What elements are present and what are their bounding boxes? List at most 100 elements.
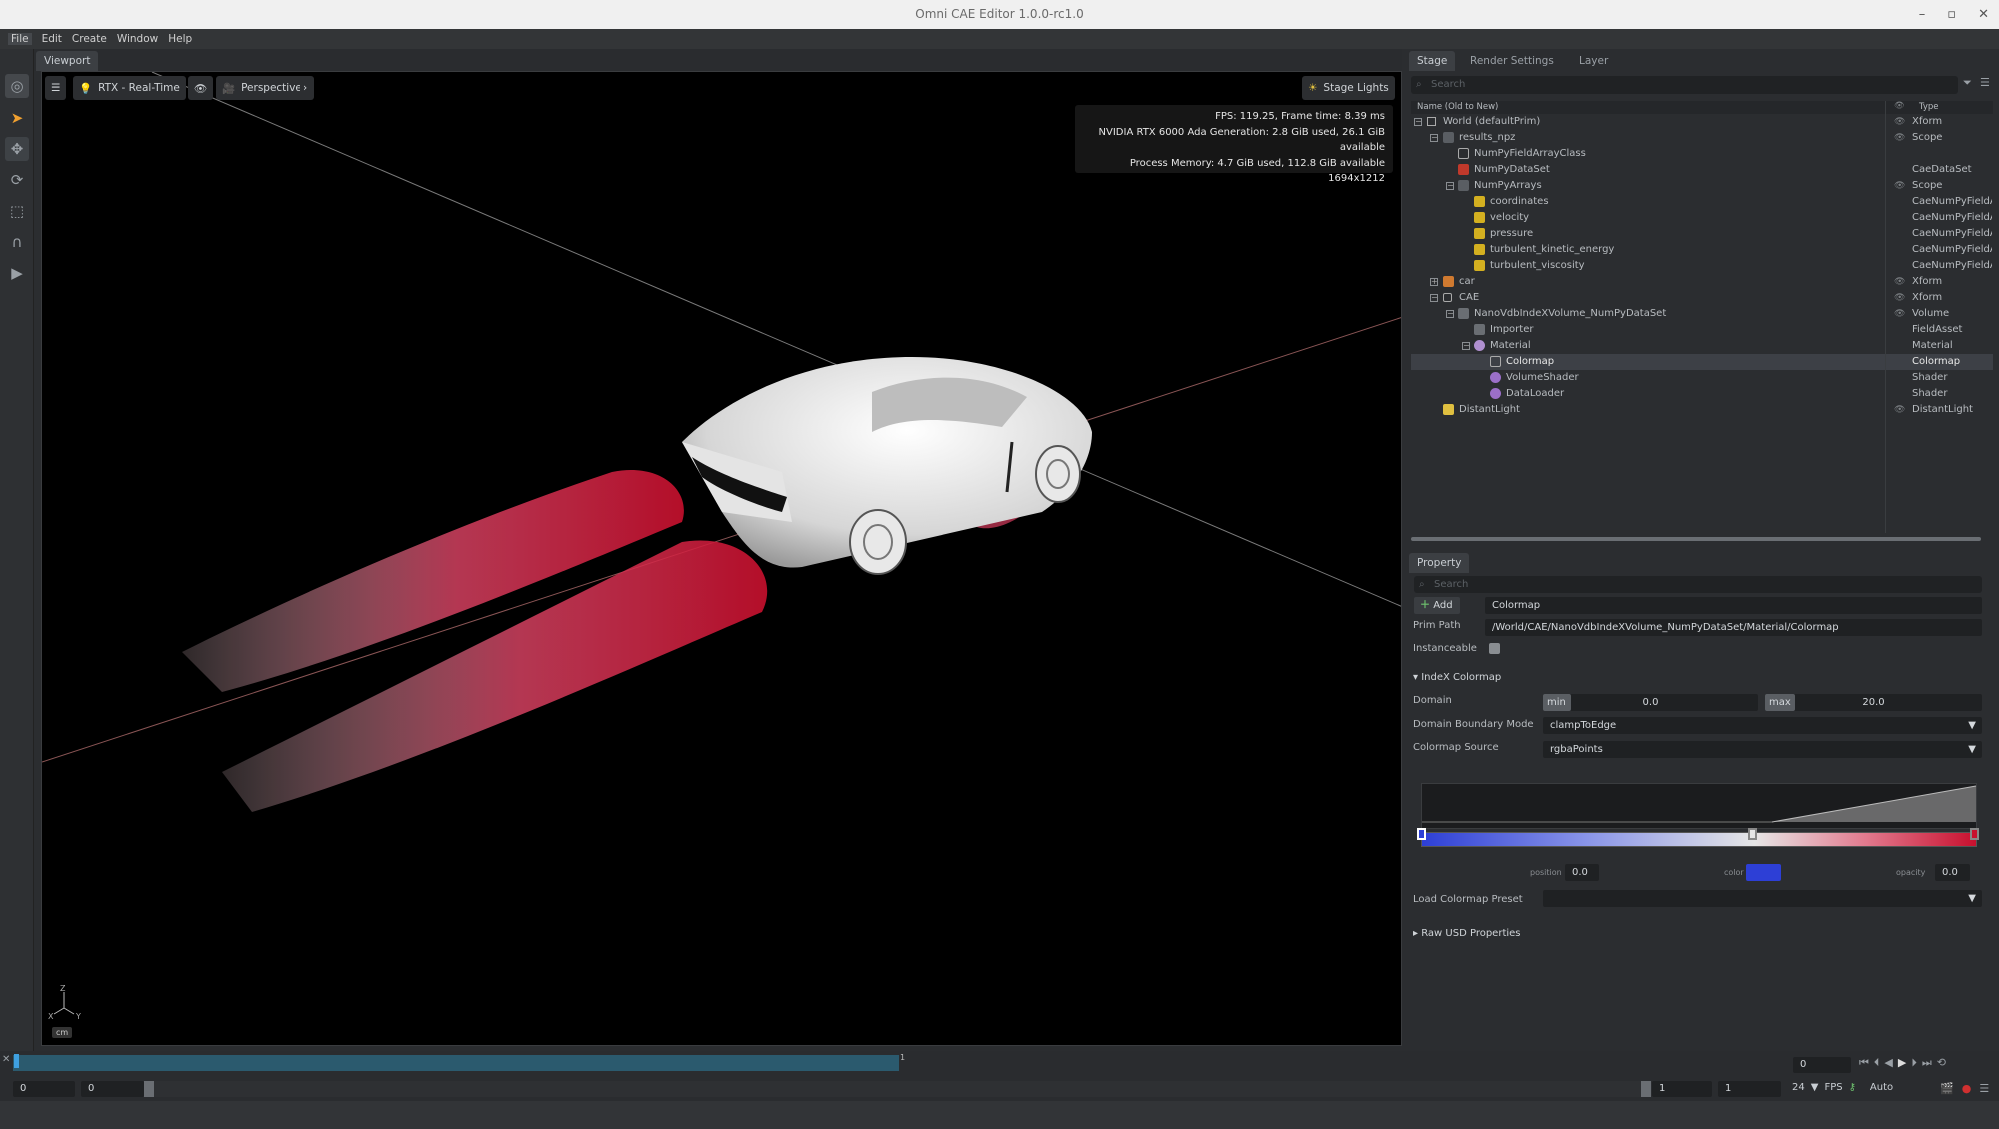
clapper-icon[interactable]: 🎬	[1940, 1082, 1954, 1095]
tree-row[interactable]: pressureCaeNumPyFieldArray	[1411, 226, 1993, 242]
mode-value[interactable]: Auto	[1870, 1082, 1893, 1093]
prim-path-field[interactable]: /World/CAE/NanoVdbIndeXVolume_NumPyDataS…	[1485, 619, 1982, 636]
colormap-handle-blue[interactable]	[1417, 828, 1426, 840]
menu-icon[interactable]: ☰	[1979, 1082, 1989, 1095]
opacity-field[interactable]: 0.0	[1935, 864, 1970, 881]
loop-icon[interactable]: ⟲	[1937, 1056, 1946, 1070]
tree-row[interactable]: − World (defaultPrim) 👁 Xform	[1411, 114, 1993, 130]
step-back-icon[interactable]: ⏴	[1874, 1056, 1880, 1070]
menu-help[interactable]: Help	[168, 33, 192, 45]
colormap-handle-mid[interactable]	[1748, 828, 1757, 840]
step-forward-icon[interactable]: ⏵	[1911, 1056, 1917, 1070]
end-time-field[interactable]: 1	[1718, 1081, 1781, 1097]
maximize-button[interactable]: ▫	[1947, 7, 1956, 22]
options-menu-icon[interactable]: ☰	[1980, 76, 1990, 89]
viewport[interactable]: Z X Y cm ☰ 💡 RTX - Real-Time 👁 🎥 Perspec…	[41, 71, 1402, 1046]
colormap-source-select[interactable]: rgbaPoints ▼	[1543, 741, 1982, 758]
color-swatch[interactable]	[1746, 864, 1781, 881]
col-name-header[interactable]: Name (Old to New)	[1417, 102, 1498, 112]
boundary-mode-select[interactable]: clampToEdge ▼	[1543, 717, 1982, 734]
tree-row[interactable]: turbulent_kinetic_energyCaeNumPyFieldArr…	[1411, 242, 1993, 258]
position-field[interactable]: 0.0	[1565, 864, 1599, 881]
minimize-button[interactable]: –	[1919, 7, 1926, 22]
unit-badge[interactable]: cm	[52, 1027, 73, 1038]
range-slider[interactable]	[144, 1081, 1644, 1097]
play-icon[interactable]: ▶	[1898, 1056, 1906, 1070]
column-divider[interactable]	[1885, 101, 1886, 533]
tab-stage[interactable]: Stage	[1409, 51, 1456, 71]
menu-window[interactable]: Window	[117, 33, 158, 45]
scale-icon[interactable]: ⬚	[5, 199, 29, 223]
tree-row[interactable]: coordinatesCaeNumPyFieldArray	[1411, 194, 1993, 210]
skip-start-icon[interactable]: ⏮	[1859, 1056, 1869, 1070]
tree-row[interactable]: − CAE 👁 Xform	[1411, 290, 1993, 306]
tree-row[interactable]: turbulent_viscosityCaeNumPyFieldArray	[1411, 258, 1993, 274]
tree-row[interactable]: DistantLight 👁 DistantLight	[1411, 402, 1993, 418]
stage-horizontal-scrollbar[interactable]	[1411, 537, 1981, 541]
menu-edit[interactable]: Edit	[42, 33, 62, 45]
tree-row[interactable]: DataLoader Shader	[1411, 386, 1993, 402]
move-icon[interactable]: ✥	[5, 137, 29, 161]
record-icon[interactable]: ●	[1962, 1082, 1972, 1095]
load-preset-select[interactable]: ▼	[1543, 890, 1982, 907]
filter-icon[interactable]: ⏷	[1963, 76, 1972, 90]
tree-row[interactable]: − results_npz 👁 Scope	[1411, 130, 1993, 146]
col-type-header[interactable]: Type	[1919, 102, 1939, 112]
playhead[interactable]	[14, 1054, 19, 1068]
range-slider-handle-start[interactable]	[144, 1081, 154, 1097]
start-frame-field[interactable]: 0	[13, 1081, 75, 1097]
tree-row[interactable]: VolumeShader Shader	[1411, 370, 1993, 386]
tab-layer[interactable]: Layer	[1571, 51, 1616, 71]
visibility-button[interactable]: 👁	[188, 76, 214, 100]
stage-lights-button[interactable]: ☀ Stage Lights	[1302, 76, 1395, 100]
stage-search-input[interactable]: ⌕ Search	[1411, 76, 1958, 94]
tab-property[interactable]: Property	[1409, 553, 1470, 573]
domain-min-field[interactable]: 0.0	[1543, 694, 1758, 711]
tree-row[interactable]: velocityCaeNumPyFieldArray	[1411, 210, 1993, 226]
tree-row[interactable]: NumPyFieldArrayClass	[1411, 146, 1993, 162]
select-mode-icon[interactable]: ◎	[5, 74, 29, 98]
renderer-button[interactable]: 💡 RTX - Real-Time	[73, 76, 186, 100]
tab-viewport[interactable]: Viewport	[36, 51, 99, 71]
start-time-field[interactable]: 0	[81, 1081, 144, 1097]
tree-row[interactable]: NumPyDataSet CaeDataSet	[1411, 162, 1993, 178]
opacity-curve-editor[interactable]	[1421, 783, 1977, 829]
skip-end-icon[interactable]: ⏭	[1922, 1056, 1932, 1070]
timeline-range-bar[interactable]	[13, 1055, 899, 1071]
menu-create[interactable]: Create	[72, 33, 107, 45]
camera-button[interactable]: 🎥 Perspective	[216, 76, 308, 100]
range-slider-handle-end[interactable]	[1641, 1081, 1651, 1097]
colormap-gradient-bar[interactable]	[1421, 832, 1977, 847]
instanceable-checkbox[interactable]	[1489, 643, 1500, 654]
fps-value[interactable]: 24	[1792, 1082, 1805, 1093]
domain-max-field[interactable]: 20.0	[1765, 694, 1982, 711]
tree-row[interactable]: − NanoVdbIndeXVolume_NumPyDataSet 👁 Volume	[1411, 306, 1993, 322]
menu-file[interactable]: File	[8, 33, 32, 45]
tree-row[interactable]: − Material Material	[1411, 338, 1993, 354]
close-button[interactable]: ✕	[1978, 7, 1989, 22]
viewport-settings-button[interactable]: ☰	[45, 76, 67, 100]
current-frame-field[interactable]: 0	[1793, 1057, 1851, 1073]
tree-row[interactable]: − NumPyArrays 👁 Scope	[1411, 178, 1993, 194]
tree-row[interactable]: + car 👁 Xform	[1411, 274, 1993, 290]
close-timeline-icon[interactable]: ✕	[2, 1054, 10, 1065]
tree-row[interactable]: Importer FieldAsset	[1411, 322, 1993, 338]
snap-icon[interactable]: ∩	[5, 230, 29, 254]
end-frame-field[interactable]: 1	[1652, 1081, 1712, 1097]
colormap-handle-red[interactable]	[1970, 828, 1979, 840]
rotate-icon[interactable]: ⟳	[5, 168, 29, 192]
position-label: position	[1530, 868, 1562, 877]
key-icon[interactable]: ⚷	[1849, 1082, 1856, 1093]
play-icon[interactable]: ▶	[5, 261, 29, 285]
expand-toolbar-button[interactable]: ›	[300, 76, 314, 100]
property-search-input[interactable]: ⌕ Search	[1414, 576, 1982, 593]
dropdown-arrow-icon[interactable]: ▼	[1811, 1082, 1819, 1093]
tab-render-settings[interactable]: Render Settings	[1462, 51, 1562, 71]
select-arrow-icon[interactable]: ➤	[5, 106, 29, 130]
section-raw-usd[interactable]: ▸ Raw USD Properties	[1413, 928, 1521, 939]
add-button[interactable]: ＋ Add	[1414, 597, 1460, 614]
section-indexcolormap[interactable]: ▾ IndeX Colormap	[1413, 672, 1501, 683]
prim-name-field[interactable]: Colormap	[1485, 597, 1982, 614]
reverse-icon[interactable]: ◀	[1884, 1056, 1892, 1070]
tree-row-selected[interactable]: Colormap Colormap	[1411, 354, 1993, 370]
